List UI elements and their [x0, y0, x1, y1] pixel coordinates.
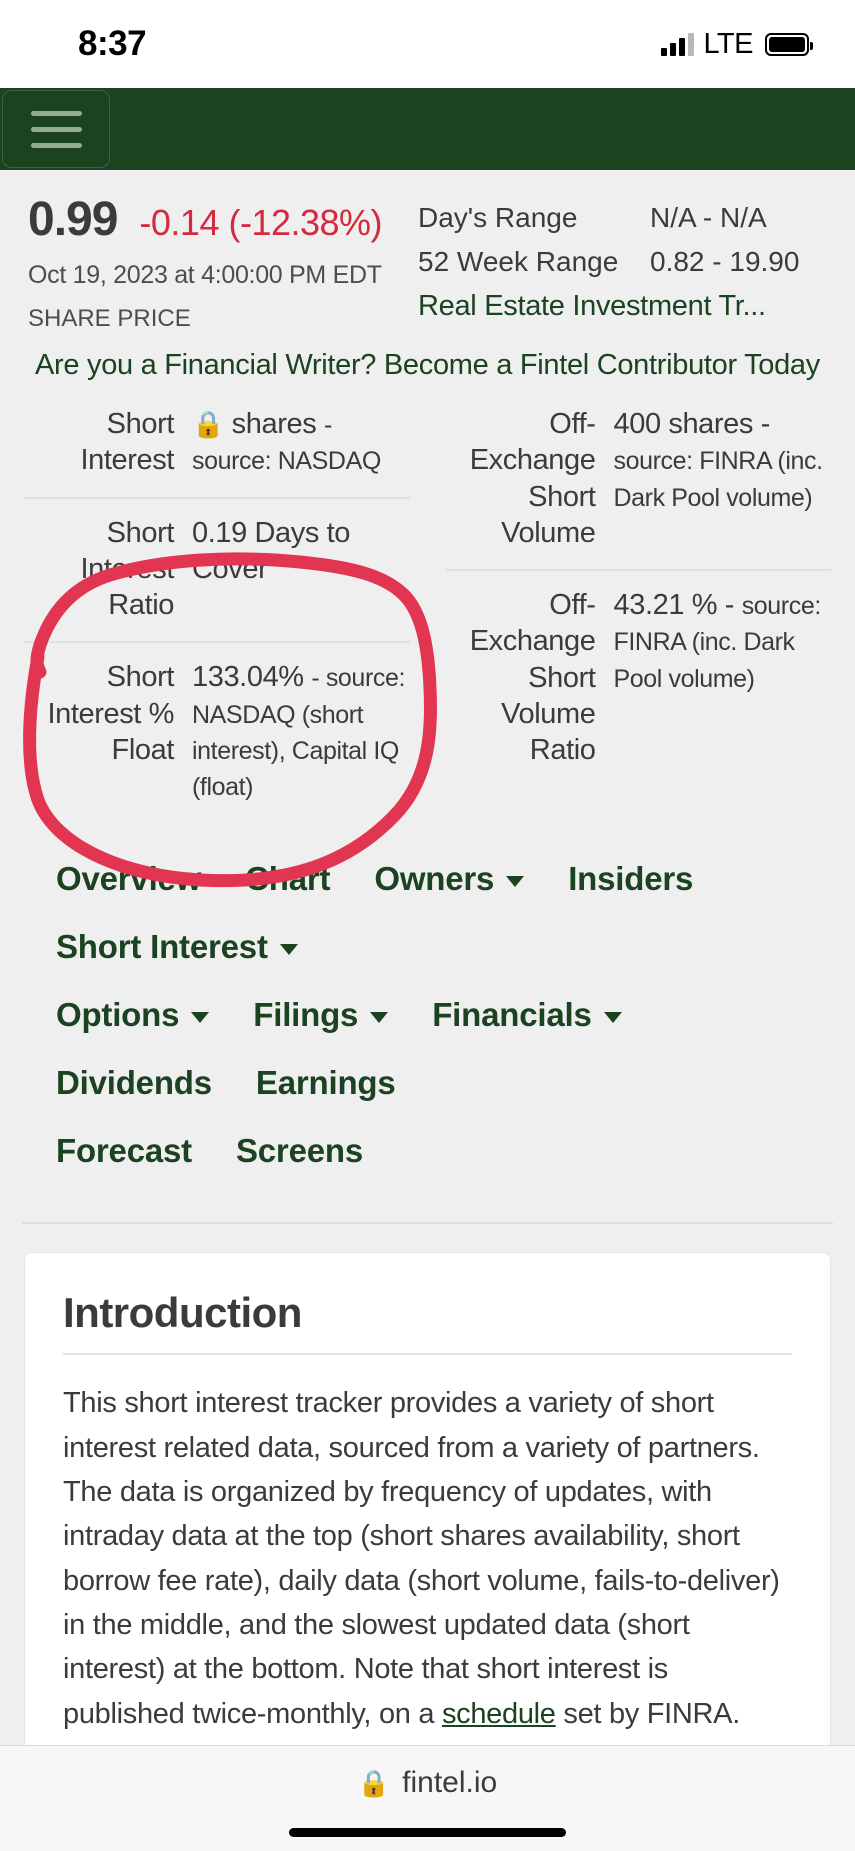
tab-label: Options [56, 996, 180, 1034]
tab-label: Filings [253, 996, 359, 1034]
tab-dividends[interactable]: Dividends [56, 1064, 212, 1102]
signal-bars-icon [661, 32, 695, 56]
phone-screen: 8:37 LTE 0.99 -0.14 (-12.38%) Oct 19, 20… [0, 0, 855, 1851]
tab-owners[interactable]: Owners [374, 860, 525, 898]
tab-label: Insiders [568, 860, 694, 898]
tab-label: Dividends [56, 1064, 212, 1102]
status-bar: 8:37 LTE [0, 0, 855, 88]
quote-right: Day's Range N/A - N/A 52 Week Range 0.82… [418, 192, 827, 333]
tab-chart[interactable]: Chart [245, 860, 330, 898]
tab-label: Earnings [255, 1064, 396, 1102]
stat-row-short-interest-ratio: Short Interest Ratio 0.19 Days to Cover [24, 499, 410, 644]
introduction-card: Introduction This short interest tracker… [24, 1252, 831, 1745]
stat-label: Short Interest % Float [47, 661, 174, 766]
price-row: 0.99 -0.14 (-12.38%) [28, 192, 418, 247]
page-title: Introduction [63, 1289, 792, 1356]
chevron-down-icon [603, 1011, 622, 1023]
site-header [0, 88, 855, 170]
nav-row-3: Forecast Screens [56, 1132, 799, 1200]
tab-overview[interactable]: Overview [56, 860, 201, 898]
quote-summary: 0.99 -0.14 (-12.38%) Oct 19, 2023 at 4:0… [0, 170, 855, 333]
url-text: fintel.io [402, 1766, 498, 1799]
network-type-label: LTE [703, 27, 753, 60]
intro-paragraph-1: This short interest tracker provides a v… [63, 1381, 792, 1736]
days-range-value: N/A - N/A [650, 202, 767, 233]
days-range-row: Day's Range N/A - N/A [418, 202, 827, 234]
stats-grid: Short Interest 🔒 shares - source: NASDAQ… [0, 390, 855, 822]
stat-row-short-interest: Short Interest 🔒 shares - source: NASDAQ [24, 390, 410, 499]
days-range-label: Day's Range [418, 202, 578, 233]
tab-label: Financials [432, 996, 592, 1034]
stats-column-left: Short Interest 🔒 shares - source: NASDAQ… [24, 390, 428, 822]
page-content: 0.99 -0.14 (-12.38%) Oct 19, 2023 at 4:0… [0, 170, 855, 1745]
intro-p1-text-b: set by FINRA. [555, 1697, 740, 1730]
tab-financials[interactable]: Financials [432, 996, 622, 1034]
chevron-down-icon [370, 1011, 389, 1023]
price-timestamp: Oct 19, 2023 at 4:00:00 PM EDT [28, 261, 382, 289]
lock-icon: 🔒 [192, 409, 224, 439]
tab-label: Owners [374, 860, 495, 898]
tab-label: Short Interest [56, 928, 268, 966]
stat-row-off-exchange-short-volume-ratio: Off-Exchange Short Volume Ratio 43.21 % … [446, 571, 832, 786]
quote-left: 0.99 -0.14 (-12.38%) Oct 19, 2023 at 4:0… [28, 192, 418, 333]
tab-insiders[interactable]: Insiders [568, 860, 693, 898]
stat-value: 43.21 % - source: FINRA (inc. Dark Pool … [614, 587, 832, 768]
stat-label: Short Interest Ratio [80, 516, 174, 622]
week52-range-row: 52 Week Range 0.82 - 19.90 [418, 246, 827, 278]
nav-row-1: Overview Chart Owners Insiders Short Int… [56, 860, 799, 996]
tab-earnings[interactable]: Earnings [256, 1064, 396, 1102]
stat-row-off-exchange-short-volume: Off-Exchange Short Volume 400 shares - s… [445, 390, 832, 571]
nav-row-2: Options Filings Financials Dividends Ear… [56, 996, 799, 1132]
chevron-down-icon [191, 1011, 210, 1023]
share-price-label: SHARE PRICE [28, 305, 191, 332]
stat-value-sub: source: FINRA (inc. Dark Pool volume) [613, 447, 824, 512]
stat-value-main: 0.19 Days to Cover [192, 516, 351, 585]
tab-screens[interactable]: Screens [236, 1132, 363, 1170]
stats-column-right: Off-Exchange Short Volume 400 shares - s… [428, 390, 832, 822]
stat-label: Short Interest [80, 408, 174, 477]
tab-short-interest[interactable]: Short Interest [56, 928, 298, 966]
week52-range-value: 0.82 - 19.90 [650, 246, 800, 277]
chevron-down-icon [506, 875, 525, 887]
schedule-link[interactable]: schedule [442, 1698, 556, 1730]
chevron-down-icon [279, 943, 298, 955]
stat-label: Off-Exchange Short Volume Ratio [469, 589, 596, 766]
stat-value-main: 400 shares - [613, 408, 771, 440]
stat-value: 🔒 shares - source: NASDAQ [192, 406, 410, 479]
tab-filings[interactable]: Filings [253, 996, 389, 1034]
tab-label: Forecast [56, 1132, 192, 1170]
tab-label: Chart [245, 860, 331, 898]
stat-value: 133.04% - source: NASDAQ (short interest… [192, 659, 410, 804]
stat-row-short-interest-pct-float: Short Interest % Float 133.04% - source:… [24, 643, 410, 822]
browser-footer: 🔒 fintel.io [0, 1745, 855, 1851]
price-change: -0.14 (-12.38%) [139, 202, 383, 243]
share-price: 0.99 [28, 193, 118, 246]
lock-icon: 🔒 [357, 1767, 391, 1798]
contributor-promo-link[interactable]: Are you a Financial Writer? Become a Fin… [0, 333, 855, 390]
hamburger-menu-icon[interactable] [2, 90, 110, 168]
url-bar[interactable]: 🔒 fintel.io [0, 1746, 855, 1800]
stat-value-main: shares [231, 408, 317, 440]
stat-value: 400 shares - source: FINRA (inc. Dark Po… [614, 406, 832, 551]
tab-label: Overview [56, 860, 202, 898]
section-nav: Overview Chart Owners Insiders Short Int… [22, 834, 833, 1225]
home-indicator[interactable] [289, 1828, 566, 1837]
tab-options[interactable]: Options [56, 996, 210, 1034]
tab-label: Screens [235, 1132, 363, 1170]
week52-range-label: 52 Week Range [418, 246, 619, 277]
intro-p1-text-a: This short interest tracker provides a v… [63, 1387, 780, 1730]
status-time: 8:37 [78, 24, 147, 63]
stat-value-main: 133.04% [192, 661, 304, 694]
sector-link[interactable]: Real Estate Investment Tr... [418, 290, 827, 323]
battery-full-icon [765, 32, 813, 56]
tab-forecast[interactable]: Forecast [56, 1132, 192, 1170]
status-indicators: LTE [661, 27, 813, 61]
stat-label: Off-Exchange Short Volume [469, 408, 596, 549]
stat-value-main: 43.21 % - [613, 589, 735, 621]
